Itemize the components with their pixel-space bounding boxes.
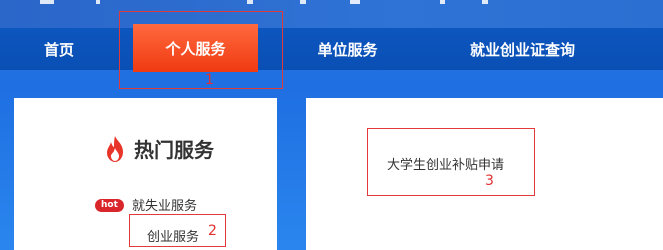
annotation-box-1 <box>119 11 283 89</box>
nav-employer-services-label: 单位服务 <box>317 40 378 59</box>
annotation-box-3 <box>367 128 535 196</box>
nav-certificate-query-label: 就业创业证查询 <box>469 40 575 59</box>
header-fragment <box>440 0 445 4</box>
header-fragment <box>350 0 360 4</box>
nav-certificate-query[interactable]: 就业创业证查询 <box>455 28 590 70</box>
nav-employer-services[interactable]: 单位服务 <box>300 28 395 70</box>
header-strip <box>0 0 663 28</box>
main-nav: 首页 个人服务 单位服务 就业创业证查询 <box>0 24 663 72</box>
header-fragment <box>40 0 54 4</box>
annotation-number-3: 3 <box>485 173 494 189</box>
hot-services-header: 热门服务 <box>102 134 214 163</box>
header-fragment <box>96 0 100 4</box>
nav-home-label: 首页 <box>43 40 74 59</box>
hot-services-title: 热门服务 <box>134 138 214 162</box>
annotation-number-1: 1 <box>205 72 214 88</box>
hot-badge: hot <box>95 199 124 212</box>
header-fragment <box>300 0 306 4</box>
annotation-number-2: 2 <box>208 223 217 239</box>
header-fragment <box>482 0 488 4</box>
hot-service-unemployment-link[interactable]: 就失业服务 <box>132 195 197 214</box>
flame-icon <box>107 135 123 162</box>
nav-home[interactable]: 首页 <box>28 28 90 70</box>
header-fragment <box>247 0 253 4</box>
